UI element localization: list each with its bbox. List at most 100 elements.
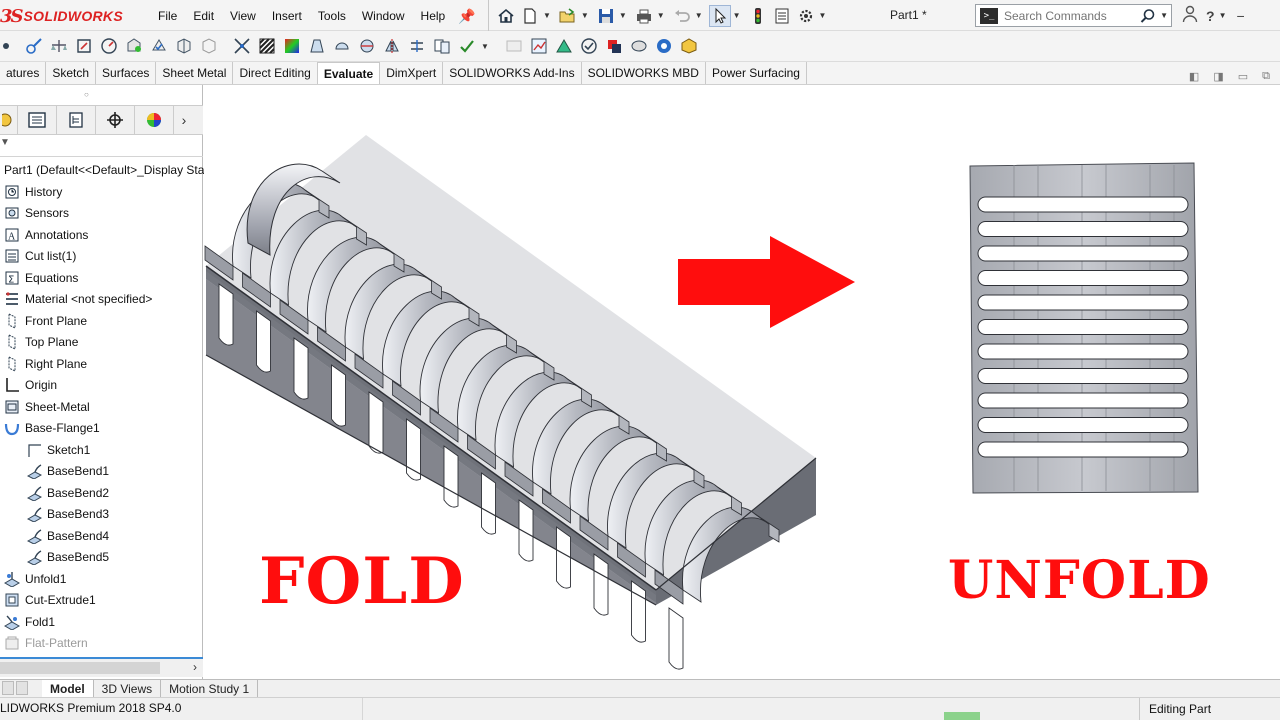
undo-icon[interactable] xyxy=(671,5,693,27)
tree-item-sheet-metal[interactable]: Sheet-Metal xyxy=(3,397,90,417)
tree-item-basebend5[interactable]: BaseBend5 xyxy=(25,547,109,567)
zebra-stripes-icon[interactable] xyxy=(256,35,278,57)
flat-pattern-model[interactable] xyxy=(969,162,1199,494)
check-icon[interactable] xyxy=(148,35,170,57)
chevron-down-icon[interactable]: ▼ xyxy=(695,11,703,20)
tab-surfaces[interactable]: Surfaces xyxy=(96,62,157,84)
3d-print-icon[interactable] xyxy=(628,35,650,57)
costing-icon[interactable] xyxy=(503,35,525,57)
tab-direct-editing[interactable]: Direct Editing xyxy=(233,62,318,84)
menu-tools[interactable]: Tools xyxy=(310,9,354,23)
compare-documents-icon[interactable] xyxy=(431,35,453,57)
chevron-right-icon[interactable]: › xyxy=(193,660,197,674)
chevron-down-icon[interactable]: ▼ xyxy=(733,11,741,20)
tab-model[interactable]: Model xyxy=(42,680,94,697)
filter-icon[interactable]: ▼ xyxy=(0,137,10,148)
sustainability-icon[interactable] xyxy=(603,35,625,57)
tree-item-fold1[interactable]: Fold1 xyxy=(3,612,55,632)
tree-filter-row[interactable]: ▼ xyxy=(0,135,203,157)
tree-item-annotations[interactable]: A Annotations xyxy=(3,225,88,245)
solidworks-logo[interactable]: 3S SOLIDWORKS xyxy=(0,5,123,27)
tab-power-surfacing[interactable]: Power Surfacing xyxy=(706,62,807,84)
tree-item-cut-extrude1[interactable]: Cut-Extrude1 xyxy=(3,590,96,610)
chevron-down-icon[interactable]: ▼ xyxy=(581,11,589,20)
geometry-analysis-icon[interactable] xyxy=(173,35,195,57)
configuration-manager-tab-icon[interactable] xyxy=(57,105,96,135)
measure-icon[interactable] xyxy=(23,35,45,57)
search-icon[interactable] xyxy=(1136,8,1160,24)
sensor-icon[interactable] xyxy=(98,35,120,57)
chevron-down-icon[interactable]: ▼ xyxy=(481,42,489,51)
undercut-analysis-icon[interactable] xyxy=(331,35,353,57)
menu-window[interactable]: Window xyxy=(354,9,413,23)
menu-help[interactable]: Help xyxy=(413,9,454,23)
import-diagnostics-icon[interactable] xyxy=(198,35,220,57)
tree-item-sensors[interactable]: Sensors xyxy=(3,203,69,223)
panel-grip-icon[interactable]: ○ xyxy=(84,91,92,99)
menu-insert[interactable]: Insert xyxy=(264,9,310,23)
search-commands-box[interactable]: >_ ▼ xyxy=(975,4,1172,27)
check-active-document-icon[interactable] xyxy=(456,35,478,57)
tree-item-basebend4[interactable]: BaseBend4 xyxy=(25,526,109,546)
home-icon[interactable] xyxy=(495,5,517,27)
menu-view[interactable]: View xyxy=(222,9,264,23)
graphics-area[interactable]: FOLD UNFOLD xyxy=(204,85,1280,679)
save-icon[interactable] xyxy=(595,5,617,27)
scroll-left-button[interactable] xyxy=(2,680,14,695)
tab-sheet-metal[interactable]: Sheet Metal xyxy=(156,62,234,84)
feature-manager-tab-icon[interactable] xyxy=(0,105,18,135)
chevron-down-icon[interactable]: ▼ xyxy=(819,11,827,20)
tree-item-material[interactable]: Material <not specified> xyxy=(3,289,152,309)
restore-view-icon[interactable]: ⧉ xyxy=(1262,70,1270,83)
property-manager-tab-icon[interactable] xyxy=(18,105,57,135)
display-manager-tab-icon[interactable] xyxy=(135,105,174,135)
symmetry-check-icon[interactable] xyxy=(381,35,403,57)
tree-horizontal-scrollbar[interactable]: › xyxy=(0,657,203,677)
simulation-xpress-icon[interactable] xyxy=(553,35,575,57)
menu-edit[interactable]: Edit xyxy=(185,9,222,23)
tab-features[interactable]: atures xyxy=(0,62,47,84)
thickness-analysis-icon[interactable] xyxy=(406,35,428,57)
select-pointer-icon[interactable] xyxy=(708,4,731,27)
section-properties-icon[interactable] xyxy=(73,35,95,57)
rebuild-traffic-light-icon[interactable] xyxy=(747,5,769,27)
tab-solidworks-add-ins[interactable]: SOLIDWORKS Add-Ins xyxy=(443,62,582,84)
minimize-view-icon[interactable]: ▭ xyxy=(1238,70,1248,83)
tab-motion-study-1[interactable]: Motion Study 1 xyxy=(161,680,259,697)
toolbar-overflow-icon[interactable] xyxy=(2,35,12,57)
print-icon[interactable] xyxy=(633,5,655,27)
deviation-analysis-icon[interactable] xyxy=(231,35,253,57)
chevron-down-icon[interactable]: ▼ xyxy=(1219,11,1227,20)
scroll-right-button[interactable] xyxy=(16,680,28,695)
help-icon[interactable]: ? xyxy=(1206,8,1215,24)
tree-item-right-plane[interactable]: Right Plane xyxy=(3,354,87,374)
tree-root-part[interactable]: Part1 (Default<<Default>_Display Sta xyxy=(4,160,204,180)
chevron-down-icon[interactable]: ▼ xyxy=(657,11,665,20)
tree-item-origin[interactable]: Origin xyxy=(3,375,57,395)
chevron-down-icon[interactable]: ▼ xyxy=(543,11,551,20)
options-gear-icon[interactable] xyxy=(795,5,817,27)
chevron-down-icon[interactable]: ▼ xyxy=(1160,11,1168,20)
tree-item-flat-pattern[interactable]: Flat-Pattern xyxy=(3,633,88,653)
dimxpert-manager-tab-icon[interactable] xyxy=(96,105,135,135)
menu-file[interactable]: File xyxy=(150,9,185,23)
tree-item-unfold1[interactable]: Unfold1 xyxy=(3,569,66,589)
scrollbar-thumb[interactable] xyxy=(0,662,160,674)
tree-item-basebend1[interactable]: BaseBend1 xyxy=(25,461,109,481)
tab-scroll-buttons[interactable] xyxy=(0,680,42,697)
tree-item-top-plane[interactable]: Top Plane xyxy=(3,332,78,352)
pin-icon[interactable]: 📌 xyxy=(458,8,475,25)
analysis-prep-icon[interactable] xyxy=(678,35,700,57)
tree-item-sketch1[interactable]: Sketch1 xyxy=(25,440,90,460)
tree-item-equations[interactable]: Σ Equations xyxy=(3,268,78,288)
draft-analysis-icon[interactable] xyxy=(306,35,328,57)
parting-line-analysis-icon[interactable] xyxy=(356,35,378,57)
user-icon[interactable] xyxy=(1182,5,1198,26)
check-circle-icon[interactable] xyxy=(578,35,600,57)
curvature-icon[interactable] xyxy=(281,35,303,57)
collapse-right-icon[interactable]: ◨ xyxy=(1213,70,1223,83)
tree-item-cut-list[interactable]: Cut list(1) xyxy=(3,246,76,266)
tab-solidworks-mbd[interactable]: SOLIDWORKS MBD xyxy=(582,62,706,84)
electrical-icon[interactable] xyxy=(653,35,675,57)
tab-3d-views[interactable]: 3D Views xyxy=(94,680,162,697)
